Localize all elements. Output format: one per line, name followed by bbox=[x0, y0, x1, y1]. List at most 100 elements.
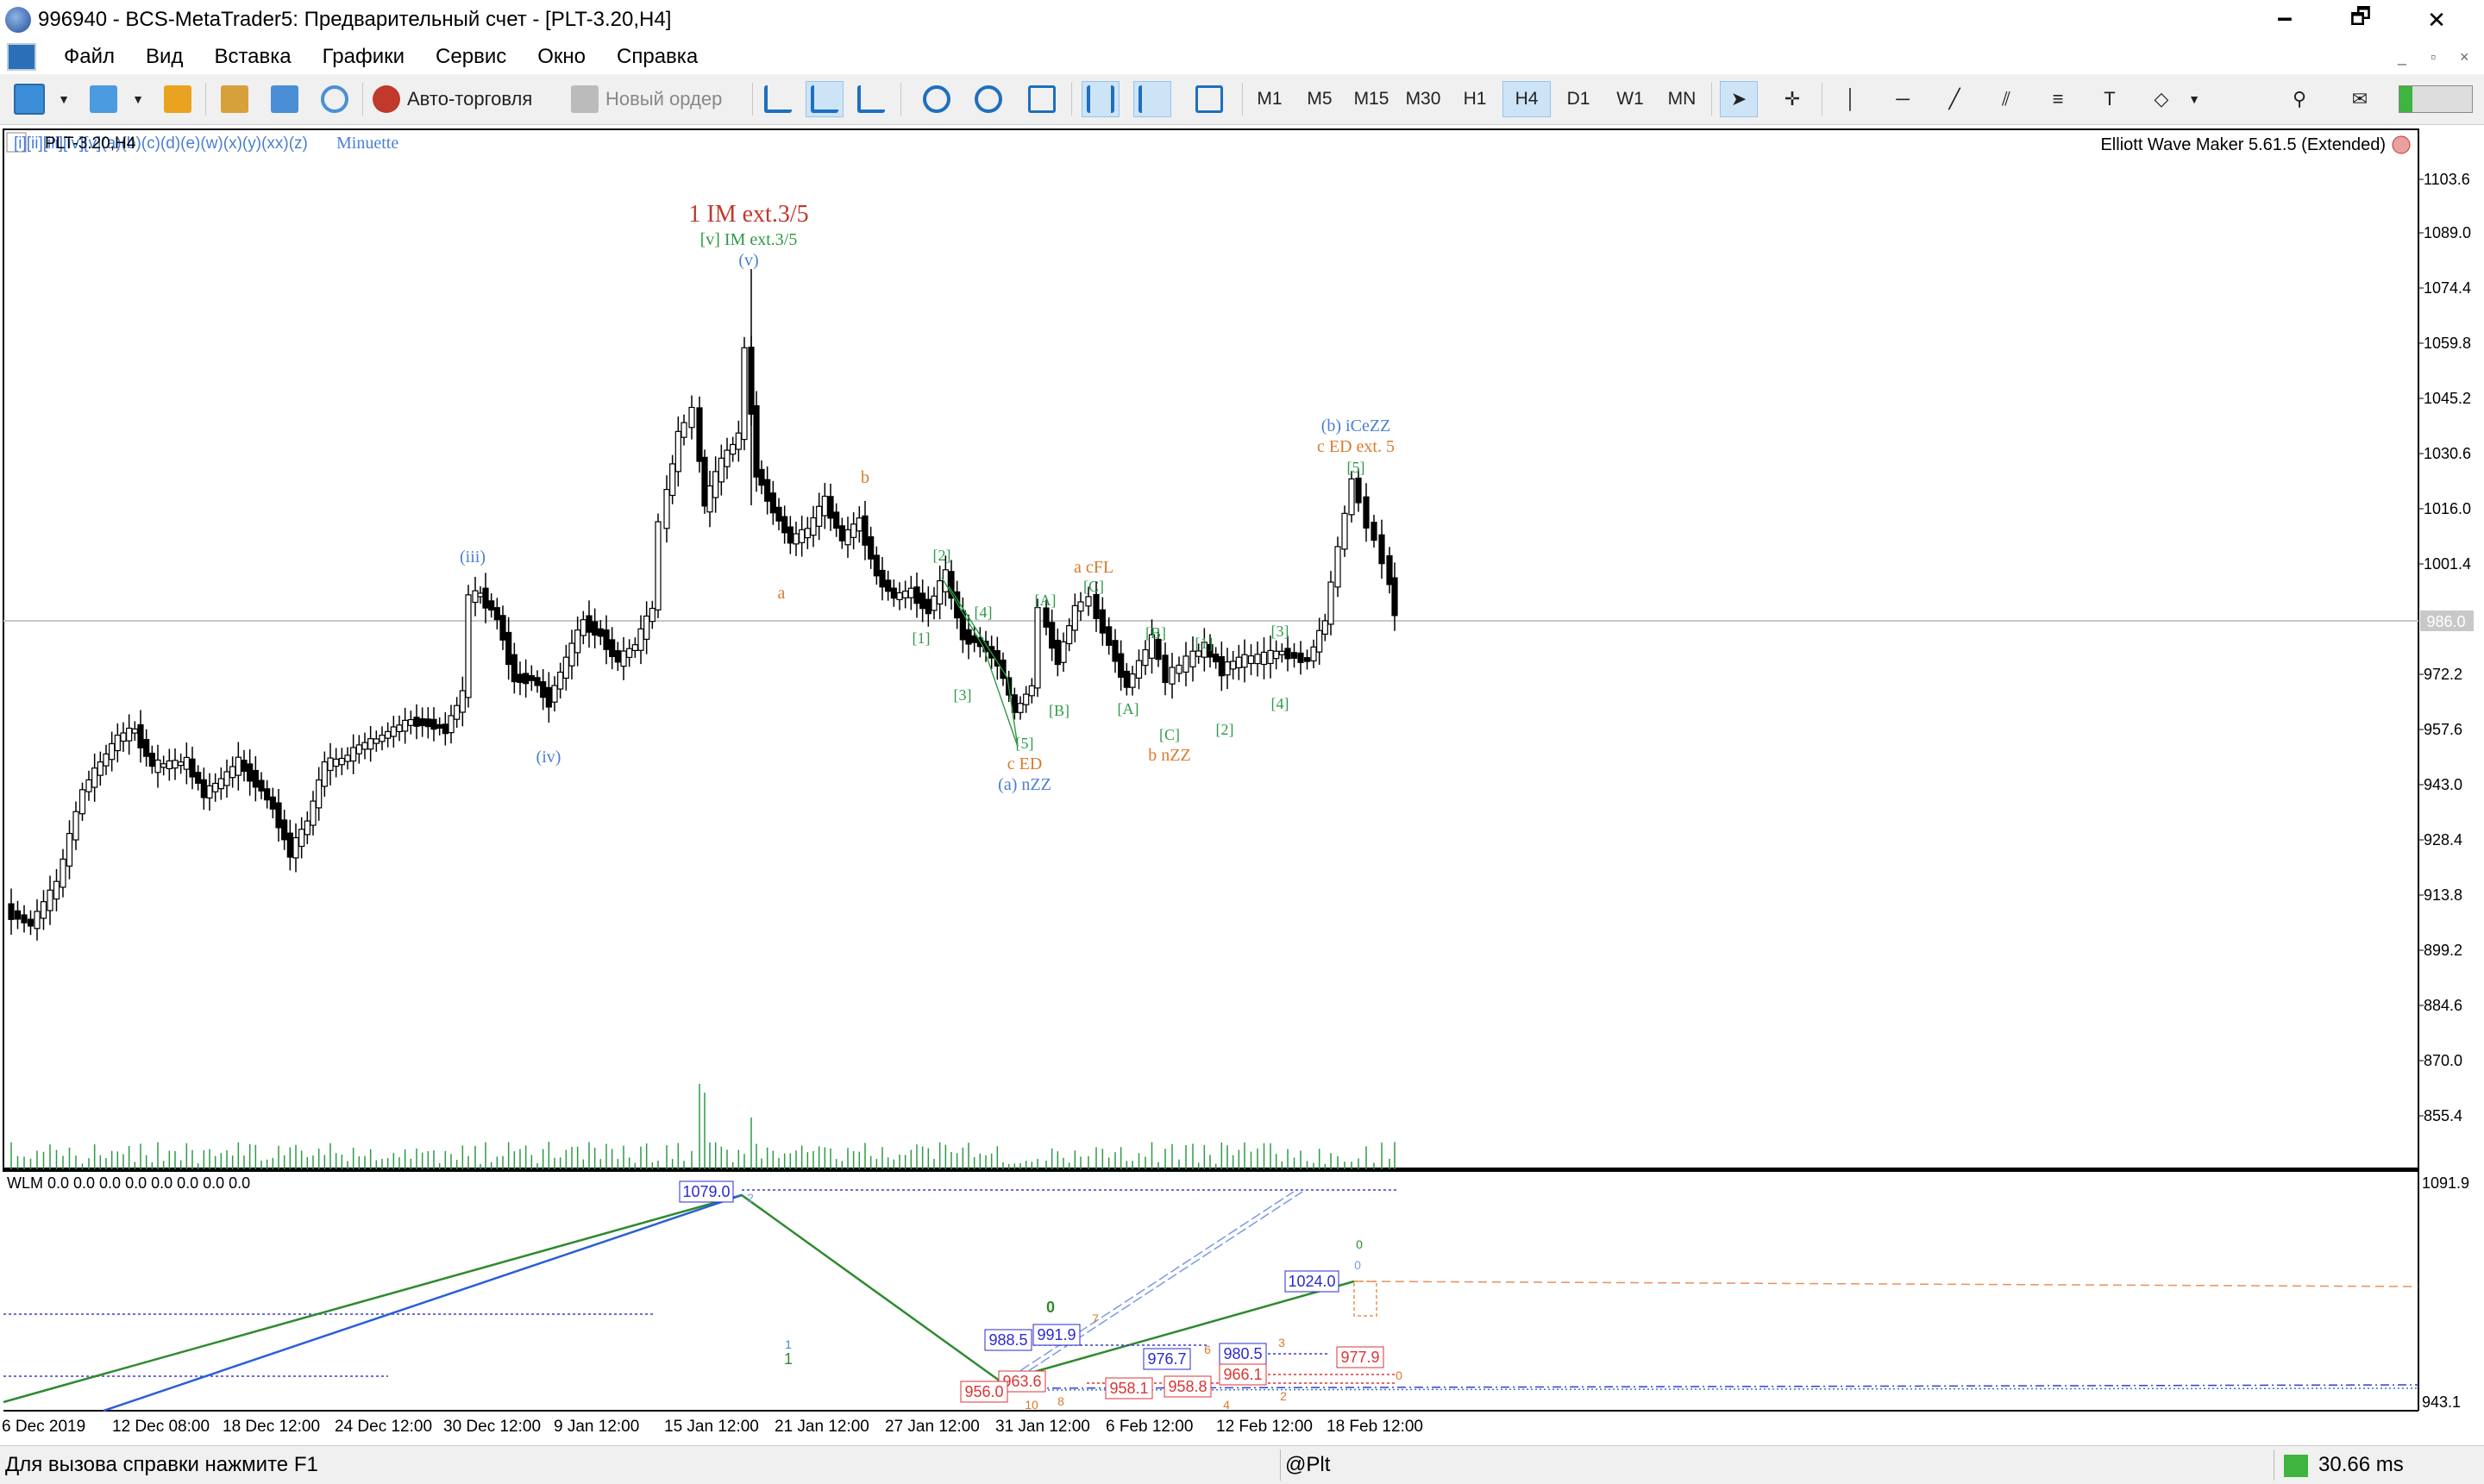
candle-body bbox=[465, 594, 472, 698]
tf-m30[interactable]: M30 bbox=[1399, 81, 1447, 117]
tf-m5[interactable]: M5 bbox=[1295, 81, 1344, 117]
candle-body bbox=[1235, 656, 1242, 668]
candle-body bbox=[327, 757, 334, 772]
menu-window[interactable]: Окно bbox=[522, 45, 601, 69]
crosshair-icon[interactable]: ✛ bbox=[1773, 81, 1811, 117]
signals-icon[interactable] bbox=[316, 81, 354, 117]
wlm-box-988: 988.5 bbox=[988, 1331, 1027, 1349]
candle-body bbox=[907, 587, 914, 598]
line-chart-icon[interactable] bbox=[852, 81, 890, 117]
menu-insert[interactable]: Вставка bbox=[198, 45, 306, 69]
tile-windows-icon[interactable] bbox=[1023, 81, 1061, 117]
zoom-in-icon[interactable] bbox=[918, 81, 956, 117]
candle-body bbox=[385, 730, 392, 739]
wave-degree-label[interactable]: Minuette bbox=[336, 134, 398, 153]
candle-body bbox=[712, 471, 719, 498]
minimize-button[interactable]: 🗕 bbox=[2248, 0, 2322, 40]
date-tick-label: 18 Dec 12:00 bbox=[223, 1418, 320, 1436]
menu-charts[interactable]: Графики bbox=[307, 45, 420, 69]
candle-body bbox=[821, 495, 828, 517]
candle-body bbox=[1218, 655, 1225, 677]
bar-chart-icon[interactable] bbox=[759, 81, 797, 117]
candle-body bbox=[701, 456, 708, 507]
search-icon[interactable]: ⚲ bbox=[2280, 81, 2318, 117]
candle-body bbox=[390, 726, 397, 737]
menu-tools[interactable]: Сервис bbox=[420, 45, 522, 69]
trendline-icon[interactable]: ╱ bbox=[1935, 81, 1973, 117]
dropdown-icon[interactable]: ▼ bbox=[55, 81, 72, 117]
chart-window-icon[interactable] bbox=[7, 43, 36, 71]
autoscroll-icon[interactable] bbox=[1133, 81, 1171, 117]
tf-d1[interactable]: D1 bbox=[1554, 81, 1603, 117]
mdi-close-button[interactable]: × bbox=[2460, 48, 2469, 66]
candle-body bbox=[580, 619, 586, 636]
cursor-icon[interactable]: ➤ bbox=[1720, 81, 1758, 117]
wlm-box-977: 977.9 bbox=[1340, 1349, 1379, 1366]
candle-body bbox=[1341, 512, 1348, 550]
candle-body bbox=[430, 718, 437, 730]
price-tick-label: 1103.6 bbox=[2424, 171, 2470, 188]
candle-body bbox=[1099, 609, 1106, 634]
vertical-line-icon[interactable]: │ bbox=[1832, 81, 1870, 117]
chart-shift-icon[interactable] bbox=[1082, 81, 1120, 117]
menu-view[interactable]: Вид bbox=[130, 45, 198, 69]
candle-body bbox=[1213, 653, 1220, 663]
chart-area[interactable]: 986.0 1103.6 1089.0 1074.4 1059.8 1045.2 1030… bbox=[0, 126, 2484, 1445]
wave-label-3-bracket: [3] bbox=[954, 686, 972, 704]
restore-button[interactable]: 🗗 bbox=[2324, 0, 2398, 40]
market-watch-icon[interactable] bbox=[159, 81, 197, 117]
tf-m1[interactable]: M1 bbox=[1245, 81, 1294, 117]
shapes-icon[interactable]: ◇ bbox=[2142, 81, 2180, 117]
candle-body bbox=[862, 515, 869, 546]
candle-body bbox=[1334, 546, 1341, 588]
zoom-out-icon[interactable] bbox=[969, 81, 1007, 117]
candle-body bbox=[718, 457, 724, 483]
tf-m15[interactable]: M15 bbox=[1347, 81, 1396, 117]
candle-body bbox=[189, 758, 196, 778]
candle-body bbox=[637, 628, 644, 651]
text-icon[interactable]: T bbox=[2091, 81, 2129, 117]
strategy-tester-icon[interactable] bbox=[266, 81, 304, 117]
dropdown-icon[interactable]: ▼ bbox=[129, 81, 147, 117]
candle-body bbox=[799, 529, 806, 543]
mdi-restore-button[interactable]: ▫ bbox=[2431, 48, 2436, 66]
horizontal-line-icon[interactable]: ─ bbox=[1884, 81, 1922, 117]
candle-body bbox=[868, 535, 875, 560]
templates-icon[interactable] bbox=[1190, 81, 1228, 117]
chat-icon[interactable]: ✉ bbox=[2341, 81, 2379, 117]
menu-file[interactable]: Файл bbox=[48, 45, 130, 69]
navigator-icon[interactable] bbox=[216, 81, 254, 117]
tf-h1[interactable]: H1 bbox=[1451, 81, 1499, 117]
tf-w1[interactable]: W1 bbox=[1606, 81, 1654, 117]
candle-body bbox=[844, 529, 851, 546]
toolbar: ▼ ▼ Авто-торговля Новый ордер M1 M5 M15 … bbox=[0, 74, 2484, 125]
candle-body bbox=[183, 756, 190, 770]
fibonacci-icon[interactable]: ≡ bbox=[2039, 81, 2077, 117]
candle-body bbox=[477, 592, 484, 598]
menu-help[interactable]: Справка bbox=[601, 45, 713, 69]
candle-body bbox=[517, 673, 524, 683]
candlestick-chart-icon[interactable] bbox=[806, 81, 844, 117]
new-order-button[interactable]: Новый ордер bbox=[571, 81, 743, 117]
candle-body bbox=[482, 587, 489, 609]
equidistant-channel-icon[interactable]: ⫽ bbox=[1987, 81, 2025, 117]
dropdown-icon[interactable]: ▼ bbox=[2186, 81, 2203, 117]
tf-h4[interactable]: H4 bbox=[1502, 81, 1551, 117]
candle-body bbox=[396, 724, 403, 733]
profiles-icon[interactable] bbox=[85, 81, 122, 117]
new-chart-icon[interactable] bbox=[10, 81, 48, 117]
candle-body bbox=[551, 685, 558, 703]
wave-label-5-bracket: [5] bbox=[1016, 735, 1034, 752]
candle-body bbox=[1267, 649, 1274, 665]
wave-label-c-ed-ext5: c ED ext. 5 bbox=[1317, 437, 1395, 456]
candle-body bbox=[1118, 653, 1125, 678]
candle-body bbox=[72, 811, 79, 841]
autotrading-button[interactable]: Авто-торговля bbox=[373, 81, 559, 117]
close-button[interactable]: ✕ bbox=[2399, 0, 2474, 40]
wave-label-2-bracket: [2] bbox=[933, 547, 951, 564]
tf-mn[interactable]: MN bbox=[1658, 81, 1706, 117]
wlm-zero-end: 0 bbox=[1396, 1368, 1402, 1382]
candle-body bbox=[40, 901, 47, 919]
candle-body bbox=[419, 717, 426, 727]
mdi-minimize-button[interactable]: _ bbox=[2398, 48, 2406, 66]
